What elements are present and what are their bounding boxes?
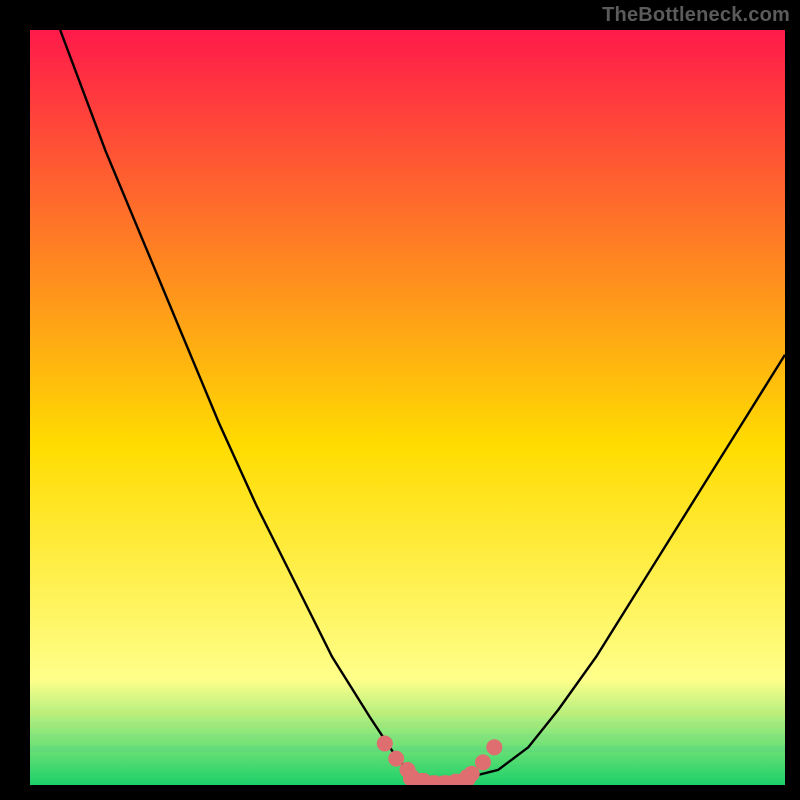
chart-svg xyxy=(30,30,785,785)
plot-area xyxy=(30,30,785,785)
marker-dot xyxy=(486,739,502,755)
band-line xyxy=(30,710,785,716)
marker-dot xyxy=(475,754,491,770)
band-line xyxy=(30,722,785,728)
marker-dot xyxy=(377,736,393,752)
band-line xyxy=(30,734,785,740)
band-line xyxy=(30,746,785,752)
marker-dot xyxy=(460,769,477,785)
marker-dot xyxy=(388,751,404,767)
attribution-label: TheBottleneck.com xyxy=(602,4,790,27)
chart-frame: TheBottleneck.com xyxy=(0,0,800,800)
gradient-background xyxy=(30,30,785,785)
